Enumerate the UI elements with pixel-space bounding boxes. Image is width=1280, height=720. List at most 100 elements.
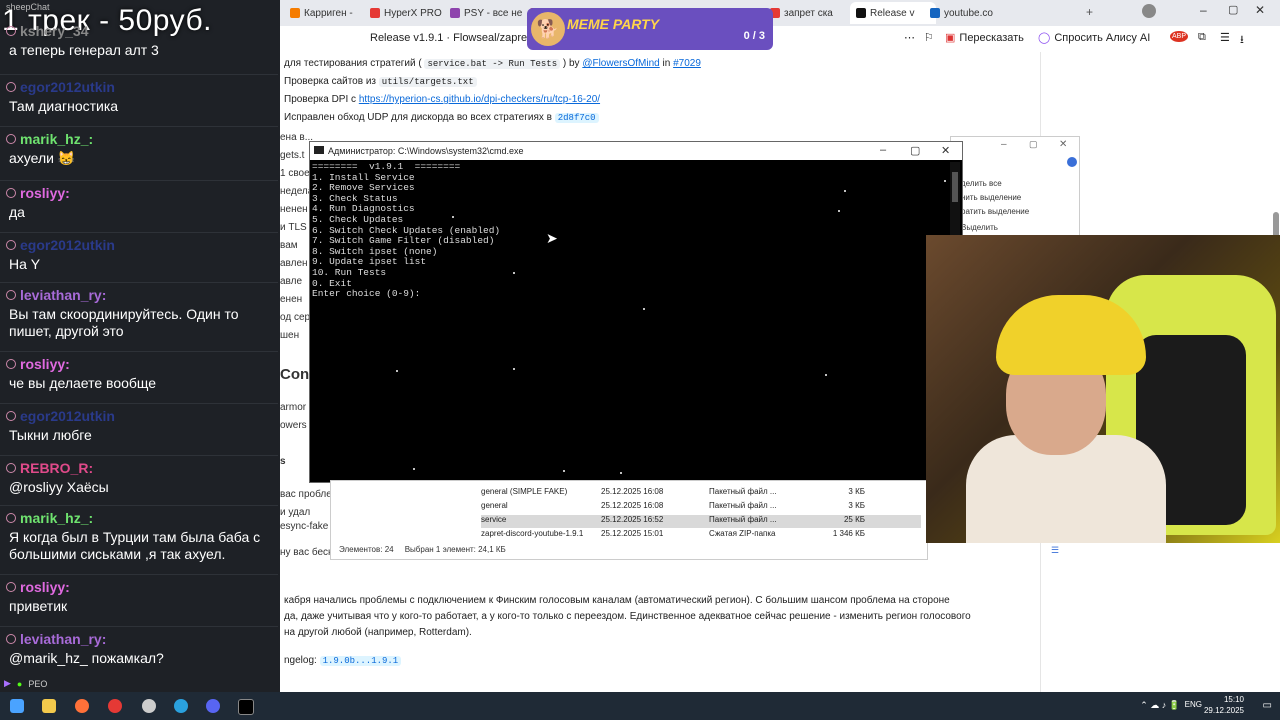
file-row[interactable]: general (SIMPLE FAKE) 25.12.2025 16:08 Пак…	[481, 487, 921, 500]
snowflake	[452, 216, 454, 218]
cmd-output[interactable]: ======== v1.9.1 ======== 1. Install Servi…	[312, 161, 500, 300]
file-row[interactable]: general 25.12.2025 16:08 Пакетный файл ...…	[481, 501, 921, 514]
browser-toolbar: Release v1.9.1 · Flowseal/zapret-d ⋯ ⚐ ▣…	[280, 26, 1280, 53]
file-date: 25.12.2025 16:08	[601, 501, 664, 510]
minimize-icon[interactable]: –	[1001, 139, 1007, 150]
maximize-icon[interactable]: ▢	[1029, 139, 1038, 150]
browser-tab[interactable]: HyperX PRO	[370, 4, 444, 22]
snowflake	[513, 272, 515, 274]
profile-avatar[interactable]	[1142, 4, 1156, 18]
browser-tab[interactable]: запрет ска	[770, 4, 844, 22]
cmd-minimize-button[interactable]: –	[880, 144, 886, 156]
browser-tab[interactable]: PSY - все не	[450, 4, 524, 22]
retell-button[interactable]: ▣ Пересказать	[945, 31, 1024, 45]
meme-party-score: 0 / 3	[743, 30, 765, 42]
snowflake	[838, 210, 840, 212]
clock-time[interactable]: 15:10	[1224, 695, 1244, 704]
browser-tab[interactable]: Release v	[850, 2, 936, 24]
close-browser-button[interactable]: ✕	[1255, 3, 1265, 17]
bookmark-icon[interactable]: ⚐	[924, 31, 934, 44]
chat-separator	[0, 455, 278, 456]
chat-message: rosliyy: да	[6, 184, 274, 221]
chat-message: egor2012utkin Тыкни любге	[6, 407, 274, 444]
explorer-status-bar: Элементов: 24 Выбран 1 элемент: 24,1 КБ	[339, 545, 506, 554]
dpi-checker-link[interactable]: https://hyperion-cs.github.io/dpi-checke…	[359, 94, 600, 105]
user-badge-icon	[6, 82, 16, 92]
chat-nick[interactable]: marik_hz_:	[20, 131, 93, 147]
help-icon[interactable]	[1067, 157, 1077, 167]
ask-alice-button[interactable]: ◯ Спросить Алису AI	[1038, 31, 1150, 45]
cmd-close-button[interactable]: ✕	[941, 144, 950, 157]
chat-nick[interactable]: rosliyy:	[20, 579, 70, 595]
notifications-icon[interactable]: ▭	[1263, 700, 1272, 711]
release-note-line-2: Проверка сайтов из utils/targets.txt	[284, 76, 477, 87]
chat-text: че вы делаете вообще	[9, 375, 157, 391]
tab-favicon-icon	[450, 8, 460, 18]
file-row[interactable]: service 25.12.2025 16:52 Пакетный файл ...…	[481, 515, 921, 528]
new-tab-button[interactable]: +	[1086, 5, 1093, 19]
chat-separator	[0, 351, 278, 352]
chat-nick[interactable]: leviathan_ry:	[20, 287, 106, 303]
doge-icon: 🐕	[531, 12, 565, 46]
menu-item-select-all[interactable]: делить все	[961, 179, 1002, 188]
language-indicator[interactable]: ENG	[1185, 700, 1202, 709]
chat-nick[interactable]: rosliyy:	[20, 356, 70, 372]
chat-nick[interactable]: egor2012utkin	[20, 79, 115, 95]
adblock-icon[interactable]: ABP	[1170, 31, 1189, 42]
menu-item-clear-selection[interactable]: нить выделение	[961, 193, 1021, 202]
chat-nick[interactable]: marik_hz_:	[20, 510, 93, 526]
cmd-titlebar[interactable]: Администратор: C:\Windows\system32\cmd.e…	[310, 142, 962, 160]
maximize-browser-button[interactable]: ▢	[1228, 3, 1238, 16]
user-badge-icon	[6, 411, 16, 421]
yandex-browser-icon[interactable]	[108, 699, 122, 713]
start-icon[interactable]	[10, 699, 24, 713]
cmd-maximize-button[interactable]: ▢	[910, 144, 920, 157]
paragraph-line-2: да, даже учитывая что у кого-то работает…	[284, 611, 971, 622]
chat-nick[interactable]: egor2012utkin	[20, 237, 115, 253]
text-fragment: вам	[280, 240, 298, 251]
snowflake	[563, 470, 565, 472]
contributor-fragment-2: owers	[280, 420, 307, 431]
release-note-line-1: для тестирования стратегий ( service.bat…	[284, 58, 701, 69]
snowflake	[944, 180, 946, 182]
extensions-icon[interactable]: ⧉	[1198, 31, 1206, 44]
close-icon[interactable]: ✕	[1059, 139, 1067, 150]
chat-message: egor2012utkin На Y	[6, 236, 274, 273]
file-row[interactable]: zapret-discord-youtube-1.9.1 25.12.2025 1…	[481, 529, 921, 542]
collections-icon[interactable]: ☰	[1220, 31, 1230, 44]
chat-separator	[0, 180, 278, 181]
chat-text: Я когда был в Турции там была баба с бол…	[9, 529, 261, 562]
telegram-icon[interactable]	[174, 699, 188, 713]
author-link[interactable]: @FlowersOfMind	[582, 58, 659, 69]
obs-icon[interactable]	[142, 699, 156, 713]
cmd-window[interactable]: Администратор: C:\Windows\system32\cmd.e…	[309, 141, 963, 483]
discord-icon[interactable]	[206, 699, 220, 713]
chat-nick[interactable]: leviathan_ry:	[20, 631, 106, 647]
chat-nick[interactable]: REBRO_R:	[20, 460, 93, 476]
chat-nick[interactable]: egor2012utkin	[20, 408, 115, 424]
clock-date[interactable]: 29.12.2025	[1204, 706, 1244, 715]
minimize-browser-button[interactable]: –	[1200, 3, 1207, 17]
tray-icons[interactable]: ⌃ ☁ ♪ 🔋	[1140, 700, 1180, 711]
more-icon[interactable]: ⋯	[904, 31, 915, 44]
browser-tab[interactable]: Карриген -	[290, 4, 364, 22]
menu-item-invert-selection[interactable]: ратить выделение	[961, 207, 1029, 216]
chat-nick[interactable]: rosliyy:	[20, 185, 70, 201]
text-fragment: од сер	[280, 312, 311, 323]
browser-tab[interactable]: youtube.co	[930, 4, 1004, 22]
chat-message: leviathan_ry: @marik_hz_ пожамкал?	[6, 630, 274, 667]
changelog-compare-link[interactable]: 1.9.0b...1.9.1	[319, 656, 402, 666]
user-badge-icon	[6, 634, 16, 644]
view-details-icon[interactable]: ☰	[1051, 545, 1059, 556]
chat-nick[interactable]: kshery_34	[20, 23, 89, 39]
paragraph-line-3: на другой любой (например, Rotterdam).	[284, 627, 472, 638]
commit-link[interactable]: 2d8f7c0	[554, 113, 599, 123]
firefox-icon[interactable]	[75, 699, 89, 713]
tab-favicon-icon	[370, 8, 380, 18]
download-icon[interactable]: ⭳	[1240, 31, 1244, 50]
terminal-icon[interactable]	[238, 699, 254, 715]
file-explorer-icon[interactable]	[42, 699, 56, 713]
pr-link[interactable]: #7029	[673, 58, 701, 69]
menu-item-select[interactable]: Выделить	[961, 223, 998, 232]
address-bar-title[interactable]: Release v1.9.1 · Flowseal/zapret-d	[370, 32, 540, 44]
